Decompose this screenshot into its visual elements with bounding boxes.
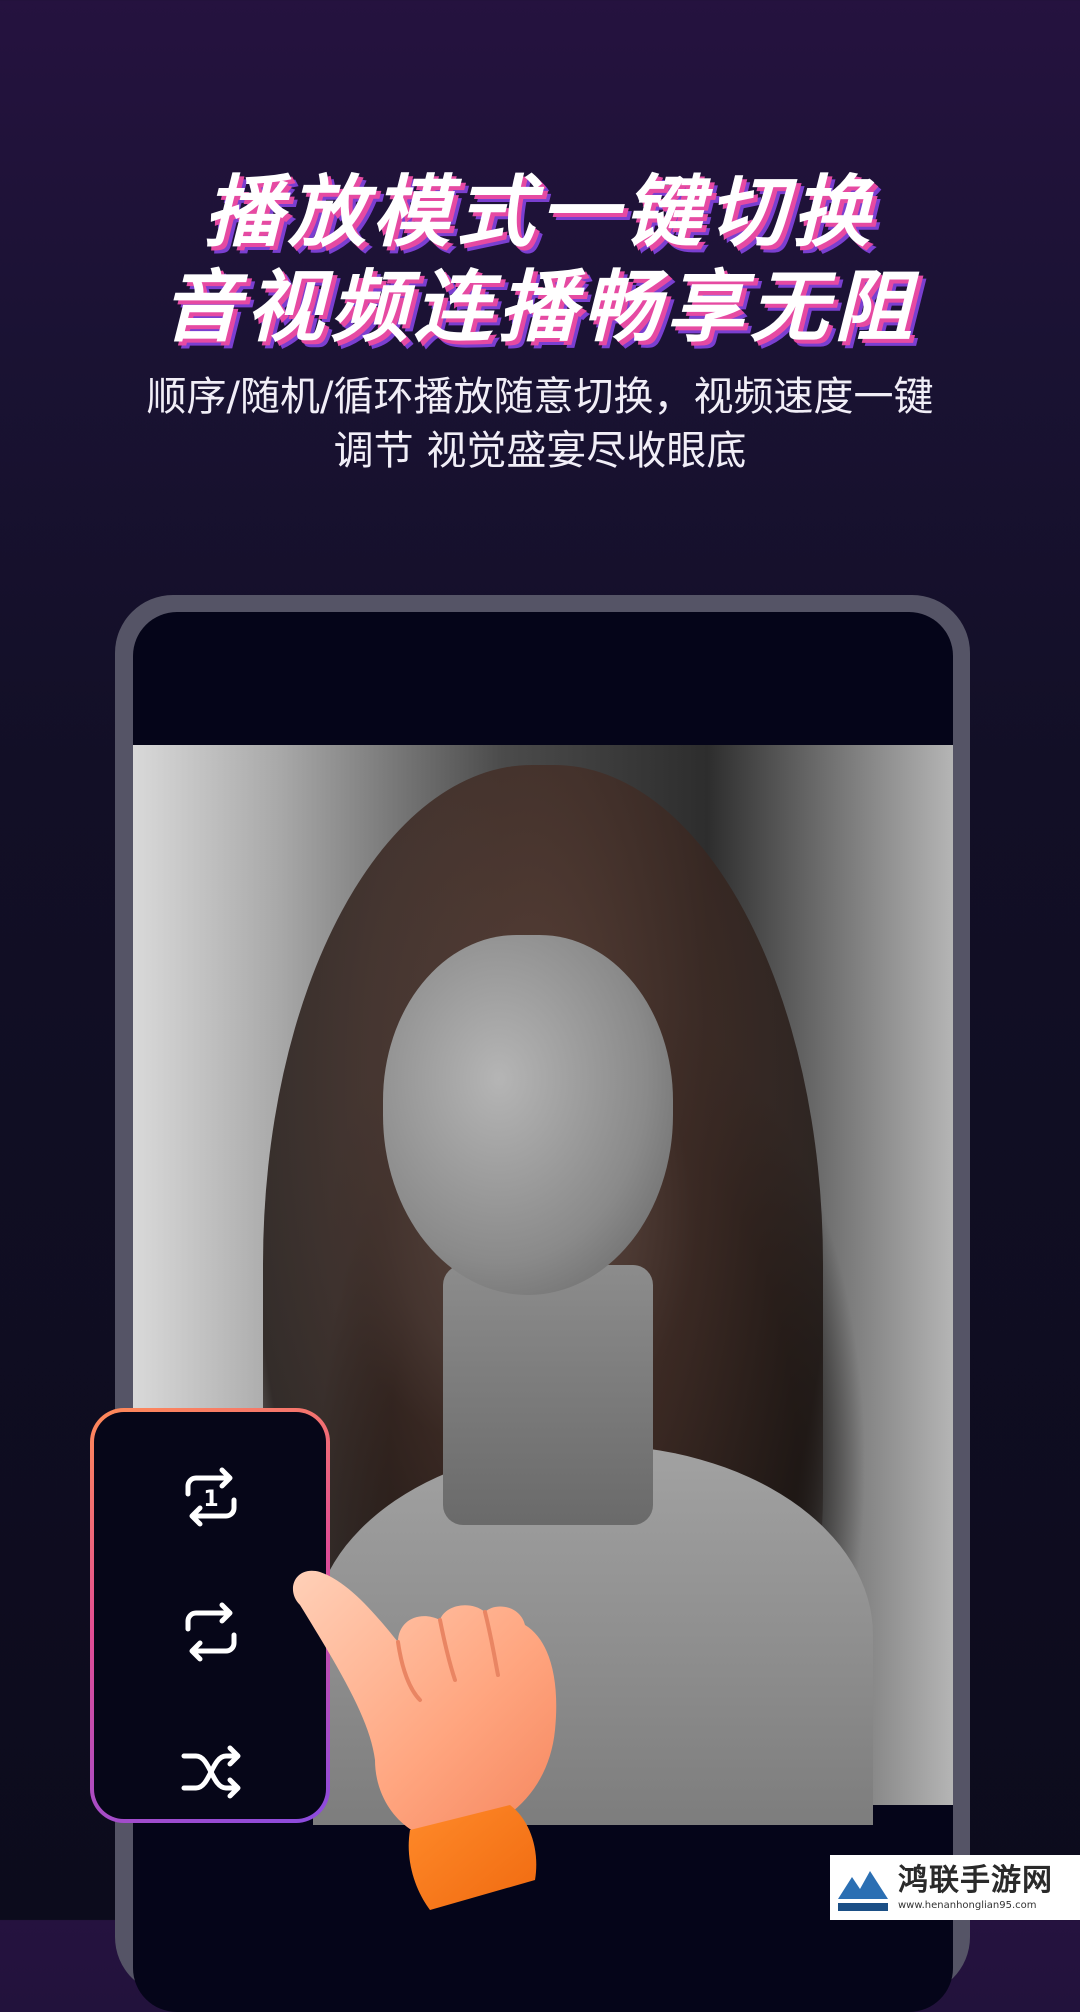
repeat-icon [185,1602,237,1662]
repeat-all-button[interactable] [176,1597,246,1667]
pointing-hand-icon [292,1570,557,1910]
repeat-one-button[interactable]: 1 [176,1462,246,1532]
headline-line-2: 音视频连播畅享无阻 [161,263,918,353]
svg-text:1: 1 [203,1487,218,1512]
subtitle-line-1: 顺序/随机/循环播放随意切换，视频速度一键 [146,374,934,420]
watermark: 鸿联手游网 www.henanhonglian95.com [830,1855,1080,1920]
shuffle-icon [181,1745,241,1799]
portrait-face [383,935,673,1295]
subtitle-line-2: 调节 视觉盛宴尽收眼底 [333,428,747,474]
portrait-neck [443,1265,653,1525]
watermark-url: www.henanhonglian95.com [898,1899,1037,1911]
repeat-one-icon: 1 [185,1467,237,1527]
watermark-title: 鸿联手游网 [898,1862,1053,1898]
site-logo-icon [834,1858,892,1917]
shuffle-button[interactable] [176,1737,246,1807]
